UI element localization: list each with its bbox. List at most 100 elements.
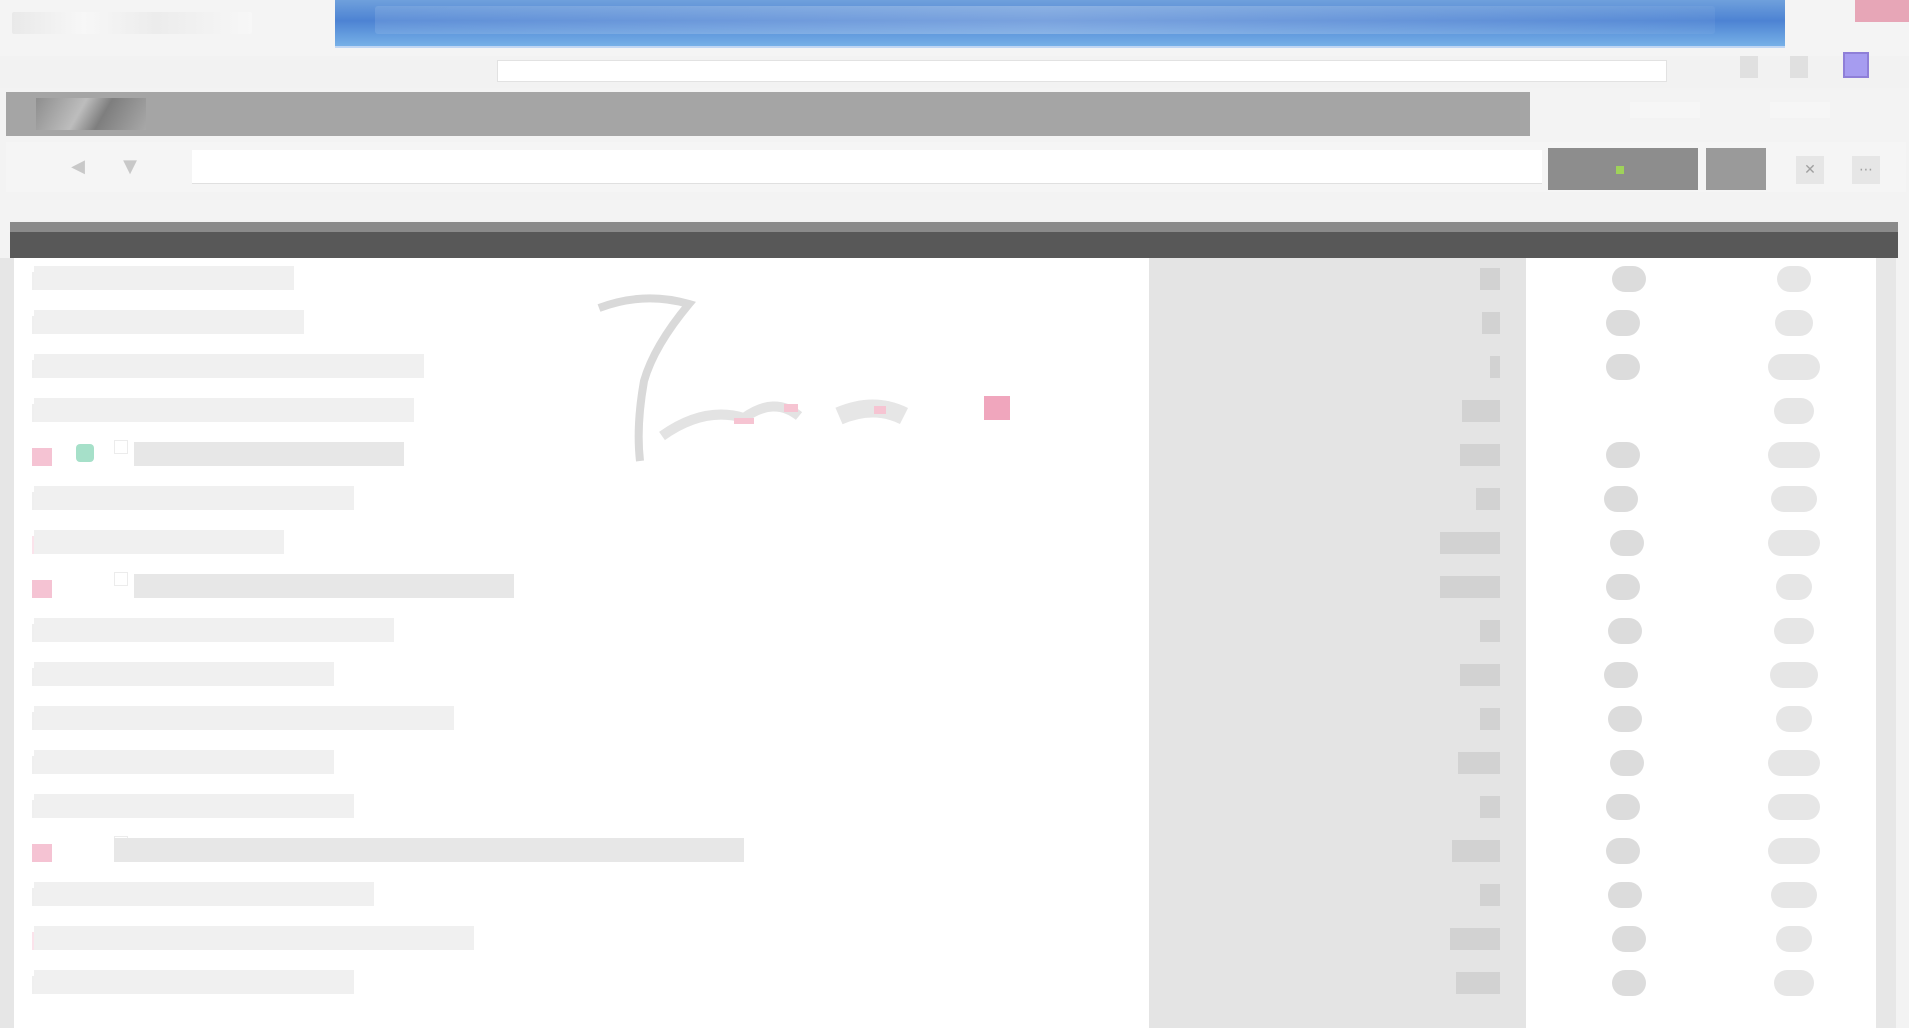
app-tab-bar: [6, 92, 1530, 136]
table-row[interactable]: [14, 390, 1876, 434]
row-checkbox[interactable]: [114, 572, 128, 586]
row-value: [1440, 576, 1500, 598]
row-action-badge[interactable]: [1770, 662, 1818, 688]
row-action-badge[interactable]: [1776, 706, 1812, 732]
table-row[interactable]: [14, 258, 1876, 302]
row-title[interactable]: [34, 310, 304, 334]
row-value: [1480, 708, 1500, 730]
row-title[interactable]: [34, 266, 294, 290]
primary-action-button[interactable]: [1548, 148, 1698, 190]
table-row[interactable]: [14, 654, 1876, 698]
more-icon[interactable]: ⋯: [1852, 156, 1880, 184]
row-title[interactable]: [34, 926, 474, 950]
row-status-marker[interactable]: [32, 580, 52, 598]
table-row[interactable]: [14, 346, 1876, 390]
row-title[interactable]: [34, 530, 284, 554]
table-row[interactable]: [14, 610, 1876, 654]
row-action-badge[interactable]: [1774, 398, 1814, 424]
table-row[interactable]: [14, 742, 1876, 786]
row-title[interactable]: [34, 486, 354, 510]
secondary-action-button[interactable]: [1706, 148, 1766, 190]
window-close-button[interactable]: [1855, 0, 1909, 22]
table-row[interactable]: [14, 522, 1876, 566]
row-action-badge[interactable]: [1768, 442, 1820, 468]
extension-icon[interactable]: [1843, 52, 1869, 78]
row-value: [1480, 268, 1500, 290]
back-icon[interactable]: ◀: [64, 156, 92, 178]
table-row[interactable]: [14, 566, 1876, 610]
address-bar[interactable]: [497, 60, 1667, 82]
row-title[interactable]: [114, 838, 744, 862]
row-count-badge: [1608, 706, 1642, 732]
row-action-badge[interactable]: [1776, 574, 1812, 600]
row-value: [1458, 752, 1500, 774]
row-action-badge[interactable]: [1768, 530, 1820, 556]
table-row[interactable]: [14, 918, 1876, 962]
row-title[interactable]: [134, 574, 514, 598]
row-title[interactable]: [34, 706, 454, 730]
row-status-marker[interactable]: [32, 844, 52, 862]
row-value: [1452, 840, 1500, 862]
header-link-2[interactable]: [1770, 102, 1830, 118]
row-value: [1450, 928, 1500, 950]
row-value: [1480, 796, 1500, 818]
window-title: [12, 12, 252, 34]
row-title[interactable]: [34, 398, 414, 422]
left-scroll-edge: [0, 258, 14, 1028]
row-action-badge[interactable]: [1777, 266, 1811, 292]
row-action-badge[interactable]: [1771, 882, 1817, 908]
row-title[interactable]: [134, 442, 404, 466]
row-count-badge: [1606, 574, 1640, 600]
row-count-badge: [1604, 662, 1638, 688]
row-count-badge: [1608, 618, 1642, 644]
row-action-badge[interactable]: [1776, 926, 1812, 952]
row-value: [1462, 400, 1500, 422]
row-action-badge[interactable]: [1774, 970, 1814, 996]
app-logo-icon: [36, 98, 146, 130]
table-row[interactable]: [14, 786, 1876, 830]
close-icon[interactable]: ✕: [1796, 156, 1824, 184]
row-count-badge: [1606, 310, 1640, 336]
row-title[interactable]: [34, 882, 374, 906]
row-count-badge: [1610, 530, 1644, 556]
row-count-badge: [1610, 750, 1644, 776]
row-title[interactable]: [34, 662, 334, 686]
row-action-badge[interactable]: [1768, 838, 1820, 864]
table-row[interactable]: [14, 434, 1876, 478]
address-strip: [0, 52, 1909, 88]
row-count-badge: [1604, 486, 1638, 512]
row-title[interactable]: [34, 794, 354, 818]
forward-icon[interactable]: ▼: [116, 156, 144, 178]
row-action-badge[interactable]: [1771, 486, 1817, 512]
table-row[interactable]: [14, 478, 1876, 522]
table-header-top-band: [10, 222, 1898, 232]
status-dot-icon: [76, 444, 94, 462]
row-title[interactable]: [34, 750, 334, 774]
status-led-icon: [1616, 165, 1624, 174]
table-row[interactable]: [14, 874, 1876, 918]
vertical-scrollbar[interactable]: [1876, 258, 1896, 1028]
row-action-badge[interactable]: [1774, 618, 1814, 644]
maximize-button[interactable]: [1790, 56, 1808, 78]
row-action-badge[interactable]: [1768, 354, 1820, 380]
table-row[interactable]: [14, 698, 1876, 742]
minimize-button[interactable]: [1740, 56, 1758, 78]
table-row[interactable]: [14, 302, 1876, 346]
row-action-badge[interactable]: [1768, 794, 1820, 820]
row-title[interactable]: [34, 618, 394, 642]
row-value: [1490, 356, 1500, 378]
browser-tab-strip[interactable]: [375, 6, 1715, 34]
row-title[interactable]: [34, 970, 354, 994]
row-count-badge: [1606, 442, 1640, 468]
row-action-badge[interactable]: [1768, 750, 1820, 776]
row-title[interactable]: [34, 354, 424, 378]
toolbar-search-input[interactable]: [192, 150, 1542, 184]
row-status-marker[interactable]: [32, 448, 52, 466]
row-checkbox[interactable]: [114, 440, 128, 454]
header-link[interactable]: [1630, 102, 1700, 118]
table-header: [10, 222, 1898, 258]
row-action-badge[interactable]: [1775, 310, 1813, 336]
row-value: [1460, 664, 1500, 686]
table-row[interactable]: [14, 962, 1876, 1006]
table-row[interactable]: [14, 830, 1876, 874]
